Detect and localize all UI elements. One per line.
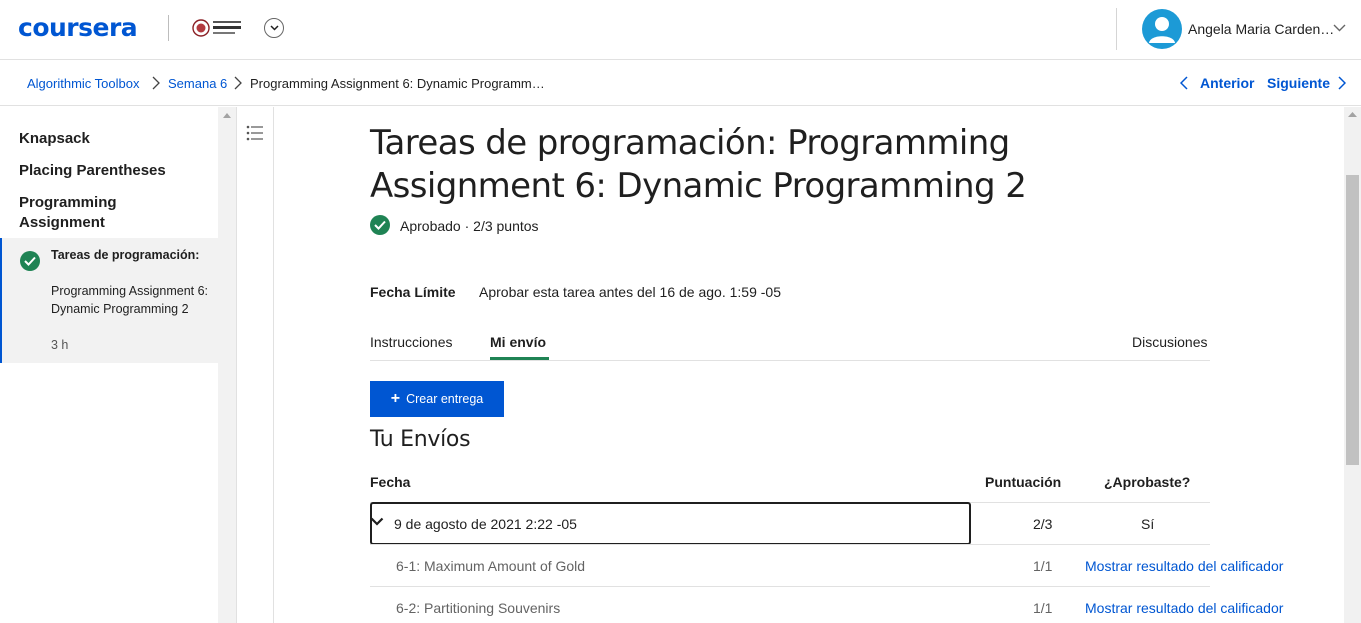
top-header: coursera Angela Maria Carden… [0, 0, 1361, 60]
show-grader-output-link[interactable]: Mostrar resultado del calificador [1085, 558, 1283, 574]
university-dropdown-button[interactable] [264, 18, 284, 38]
chevron-right-icon[interactable] [1338, 76, 1346, 90]
part-name: 6-1: Maximum Amount of Gold [396, 558, 586, 574]
check-circle-icon [370, 215, 390, 235]
tab-discussions[interactable]: Discusiones [1132, 334, 1207, 350]
breadcrumb-course[interactable]: Algorithmic Toolbox [27, 76, 139, 91]
chevron-down-icon[interactable] [370, 517, 384, 526]
deadline-value: Aprobar esta tarea antes del 16 de ago. … [479, 284, 781, 300]
chevron-right-icon [234, 76, 242, 90]
chevron-right-icon [152, 76, 160, 90]
tab-my-submission[interactable]: Mi envío [490, 334, 546, 350]
user-avatar-icon[interactable] [1142, 9, 1182, 49]
sidebar-item-name: Programming Assignment 6: Dynamic Progra… [51, 284, 209, 316]
show-grader-output-link[interactable]: Mostrar resultado del calificador [1085, 600, 1283, 616]
sidebar-scrollbar[interactable] [218, 107, 236, 623]
create-submission-label: Crear entrega [406, 392, 484, 406]
submissions-heading: Tu Envíos [370, 427, 471, 452]
row-divider [370, 586, 1210, 587]
grade-status: Aprobado · 2/3 puntos [400, 218, 539, 234]
breadcrumb-bar: Algorithmic Toolbox Semana 6 Programming… [0, 61, 1361, 106]
next-button[interactable]: Siguiente [1267, 75, 1330, 91]
sidebar-item-active-assignment[interactable]: Tareas de programación: Programming Assi… [0, 238, 218, 363]
scroll-up-arrow-icon[interactable] [1348, 112, 1357, 117]
page-scrollbar[interactable] [1344, 107, 1361, 623]
column-header-passed: ¿Aprobaste? [1104, 474, 1191, 490]
sidebar-item-type: Tareas de programación: [51, 248, 200, 262]
chevron-down-icon [270, 25, 279, 31]
column-header-score: Puntuación [985, 474, 1062, 490]
chevron-down-icon[interactable] [1333, 24, 1346, 32]
part-name: 6-2: Partitioning Souvenirs [396, 600, 561, 616]
logo-divider [168, 15, 169, 41]
previous-button[interactable]: Anterior [1200, 75, 1254, 91]
university-logo[interactable] [192, 15, 244, 41]
page-title: Tareas de programación: Programming Assi… [370, 123, 1027, 206]
breadcrumb-week[interactable]: Semana 6 [168, 76, 227, 91]
scroll-up-arrow-icon[interactable] [223, 113, 231, 118]
part-score: 1/1 [1033, 600, 1053, 616]
scrollbar-thumb[interactable] [1346, 175, 1359, 465]
column-header-date: Fecha [370, 474, 411, 490]
toc-toggle-column [236, 107, 274, 623]
active-tab-indicator [490, 357, 549, 360]
course-sidebar: Knapsack Placing Parentheses Programming… [0, 107, 218, 623]
deadline-label: Fecha Límite [370, 284, 456, 300]
sidebar-item-duration: 3 h [51, 338, 69, 352]
submission-date: 9 de agosto de 2021 2:22 -05 [394, 516, 577, 532]
create-submission-button[interactable]: + Crear entrega [370, 381, 504, 417]
user-divider [1116, 8, 1117, 50]
user-name[interactable]: Angela Maria Carden… [1188, 21, 1334, 37]
coursera-logo[interactable]: coursera [18, 13, 138, 42]
breadcrumb-current: Programming Assignment 6: Dynamic Progra… [250, 76, 545, 91]
row-divider [370, 544, 1210, 545]
sidebar-item-programming-assignment[interactable]: Programming Assignment [19, 193, 169, 233]
tab-instructions[interactable]: Instrucciones [370, 334, 452, 350]
submission-passed: Sí [1141, 516, 1155, 532]
part-score: 1/1 [1033, 558, 1053, 574]
list-icon[interactable] [246, 125, 264, 141]
submission-score: 2/3 [1033, 516, 1053, 532]
plus-icon: + [390, 390, 401, 407]
assignment-tabs: Instrucciones Mi envío Discusiones [370, 322, 1210, 361]
sidebar-item-knapsack[interactable]: Knapsack [19, 129, 90, 149]
check-circle-icon [20, 251, 40, 271]
sidebar-item-placing-parentheses[interactable]: Placing Parentheses [19, 161, 166, 181]
chevron-left-icon[interactable] [1180, 76, 1188, 90]
